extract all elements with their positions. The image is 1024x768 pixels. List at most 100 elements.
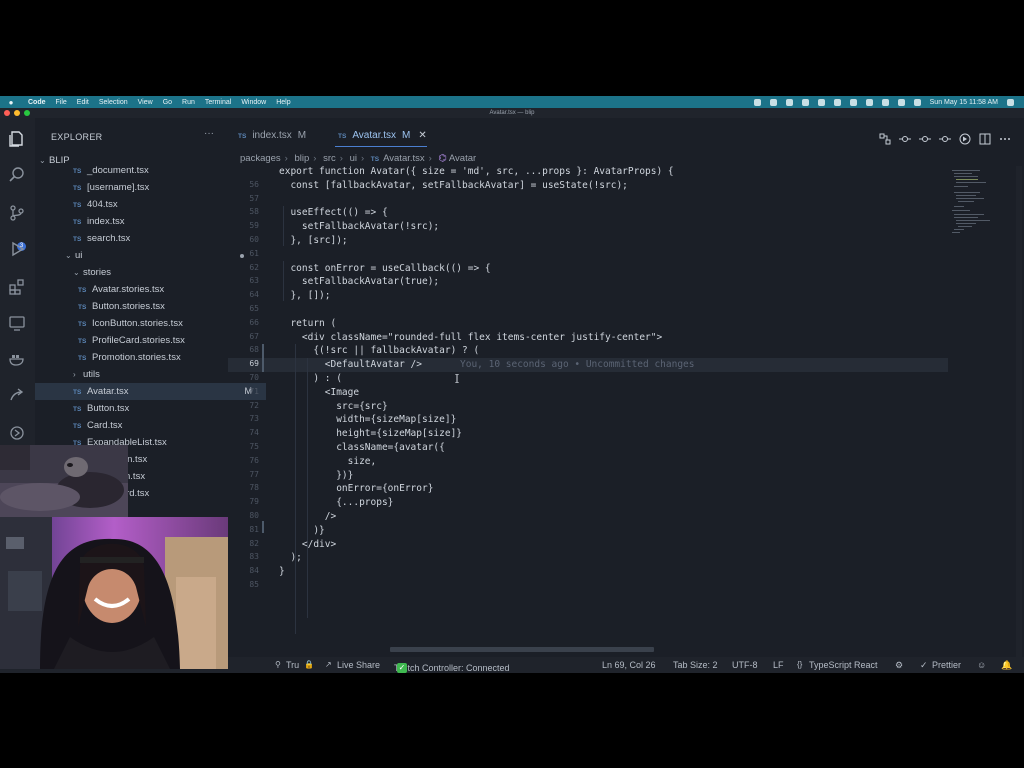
code-line[interactable]: <div className="rounded-full flex items-… [279,332,662,343]
tray-app-icon[interactable] [785,98,793,106]
close-icon[interactable]: ✕ [418,130,426,141]
language-mode[interactable]: TypeScript React [809,660,878,670]
breadcrumb-symbol[interactable]: Avatar [449,153,476,164]
search-icon[interactable] [897,98,905,106]
docker-icon[interactable] [8,350,26,368]
typescript-icon: TS [338,133,347,140]
tray-app-icon[interactable] [753,98,761,106]
tray-app-icon[interactable] [817,98,825,106]
code-line[interactable]: setFallbackAvatar(true); [279,276,439,287]
git-commit-icon[interactable] [899,132,911,144]
more-actions-icon[interactable]: ··· [204,128,214,139]
run-debug-icon[interactable] [8,240,26,258]
timeline-icon[interactable] [8,424,26,442]
breadcrumb-ui[interactable]: ui [350,153,357,164]
horizontal-scrollbar[interactable] [390,647,654,652]
vertical-scrollbar[interactable] [1016,166,1022,657]
code-line[interactable]: }, []); [279,290,330,301]
explorer-icon[interactable] [8,130,26,148]
tab-size[interactable]: Tab Size: 2 [673,660,718,670]
menu-go[interactable]: Go [163,99,172,106]
code-line[interactable]: } [279,566,285,577]
feedback-icon[interactable]: ☺ [977,660,986,670]
tab-avatar[interactable]: TS Avatar.tsx M ✕ [338,118,427,148]
status-user[interactable]: Tru [286,660,299,670]
menu-window[interactable]: Window [241,99,266,106]
breadcrumb-packages[interactable]: packages [240,153,281,164]
code-line[interactable]: {...props} [279,497,393,508]
code-line[interactable]: width={sizeMap[size]} [279,414,456,425]
split-editor-icon[interactable] [979,132,991,145]
menu-clock[interactable]: Sun May 15 11:58 AM [930,99,998,106]
minimap[interactable] [948,166,1016,657]
menu-help[interactable]: Help [276,99,290,106]
prettier-status[interactable]: Prettier [932,660,961,670]
menu-app[interactable]: Code [28,99,46,106]
gear-icon[interactable]: ⚙ [895,660,903,671]
source-control-icon[interactable] [8,204,26,222]
code-line[interactable]: <DefaultAvatar /> [279,359,422,370]
code-line[interactable]: ); [279,552,301,563]
search-icon[interactable] [8,166,26,184]
folder-ui[interactable]: ⌄ ui [35,247,258,264]
code-line[interactable]: <Image [279,387,359,398]
menu-run[interactable]: Run [182,99,195,106]
code-editor[interactable]: export function Avatar({ size = 'md', sr… [228,166,948,657]
code-line[interactable]: onError={onError} [279,483,433,494]
menu-edit[interactable]: Edit [77,99,89,106]
typescript-icon: TS [73,202,82,209]
code-line[interactable]: height={sizeMap[size]} [279,428,462,439]
control-center-icon[interactable] [913,98,921,106]
cursor-position[interactable]: Ln 69, Col 26 [602,660,656,670]
menu-file[interactable]: File [56,99,67,106]
code-line[interactable]: setFallbackAvatar(!src); [279,221,439,232]
live-share-icon[interactable] [8,386,26,404]
breadcrumb-file[interactable]: Avatar.tsx [383,153,425,164]
tab-index[interactable]: TS index.tsx M [238,118,306,148]
code-line[interactable]: })} [279,470,353,481]
live-share-button[interactable]: Live Share [337,660,380,670]
code-line[interactable]: ) : ( [279,373,342,384]
apple-icon[interactable]: ● [6,98,16,107]
zoom-window-button[interactable] [24,110,30,116]
code-line[interactable]: className={avatar({ [279,442,445,453]
code-line[interactable]: src={src} [279,401,387,412]
menu-icon[interactable] [1007,98,1014,106]
menu-terminal[interactable]: Terminal [205,99,231,106]
code-line[interactable]: {(!src || fallbackAvatar) ? ( [279,345,479,356]
git-commit-icon[interactable] [919,132,931,144]
minimize-window-button[interactable] [14,110,20,116]
code-line[interactable]: export function Avatar({ size = 'md', sr… [279,166,674,177]
tray-app-icon[interactable] [849,98,857,106]
menu-selection[interactable]: Selection [99,99,128,106]
remote-explorer-icon[interactable] [8,314,26,332]
code-line[interactable]: const onError = useCallback(() => { [279,263,490,274]
code-line[interactable]: )} [279,525,324,536]
code-line[interactable]: size, [279,456,377,467]
end-of-line[interactable]: LF [773,660,784,670]
wifi-icon[interactable] [881,98,889,106]
menu-view[interactable]: View [138,99,153,106]
compare-icon[interactable] [879,132,891,145]
code-line[interactable]: }, [src]); [279,235,347,246]
extensions-icon[interactable] [8,278,26,296]
tray-app-icon[interactable] [833,98,841,106]
git-commit-icon[interactable] [939,132,951,144]
check-icon: ✓ [920,660,928,670]
more-actions-icon[interactable] [999,132,1011,144]
go-live-icon[interactable] [959,132,971,145]
tray-app-icon[interactable] [801,98,809,106]
notifications-icon[interactable]: 🔔 [1001,660,1012,671]
close-window-button[interactable] [4,110,10,116]
tray-app-icon[interactable] [769,98,777,106]
code-line[interactable]: return ( [279,318,336,329]
encoding[interactable]: UTF-8 [732,660,758,670]
breadcrumb-src[interactable]: src [323,153,336,164]
tray-app-icon[interactable] [865,98,873,106]
code-line[interactable]: /> [279,511,336,522]
code-line[interactable]: const [fallbackAvatar, setFallbackAvatar… [279,180,627,191]
macos-menu-bar: ● Code File Edit Selection View Go Run T… [0,96,1024,108]
code-line[interactable]: useEffect(() => { [279,207,387,218]
breadcrumb-blip[interactable]: blip [294,153,309,164]
code-line[interactable]: </div> [279,539,336,550]
